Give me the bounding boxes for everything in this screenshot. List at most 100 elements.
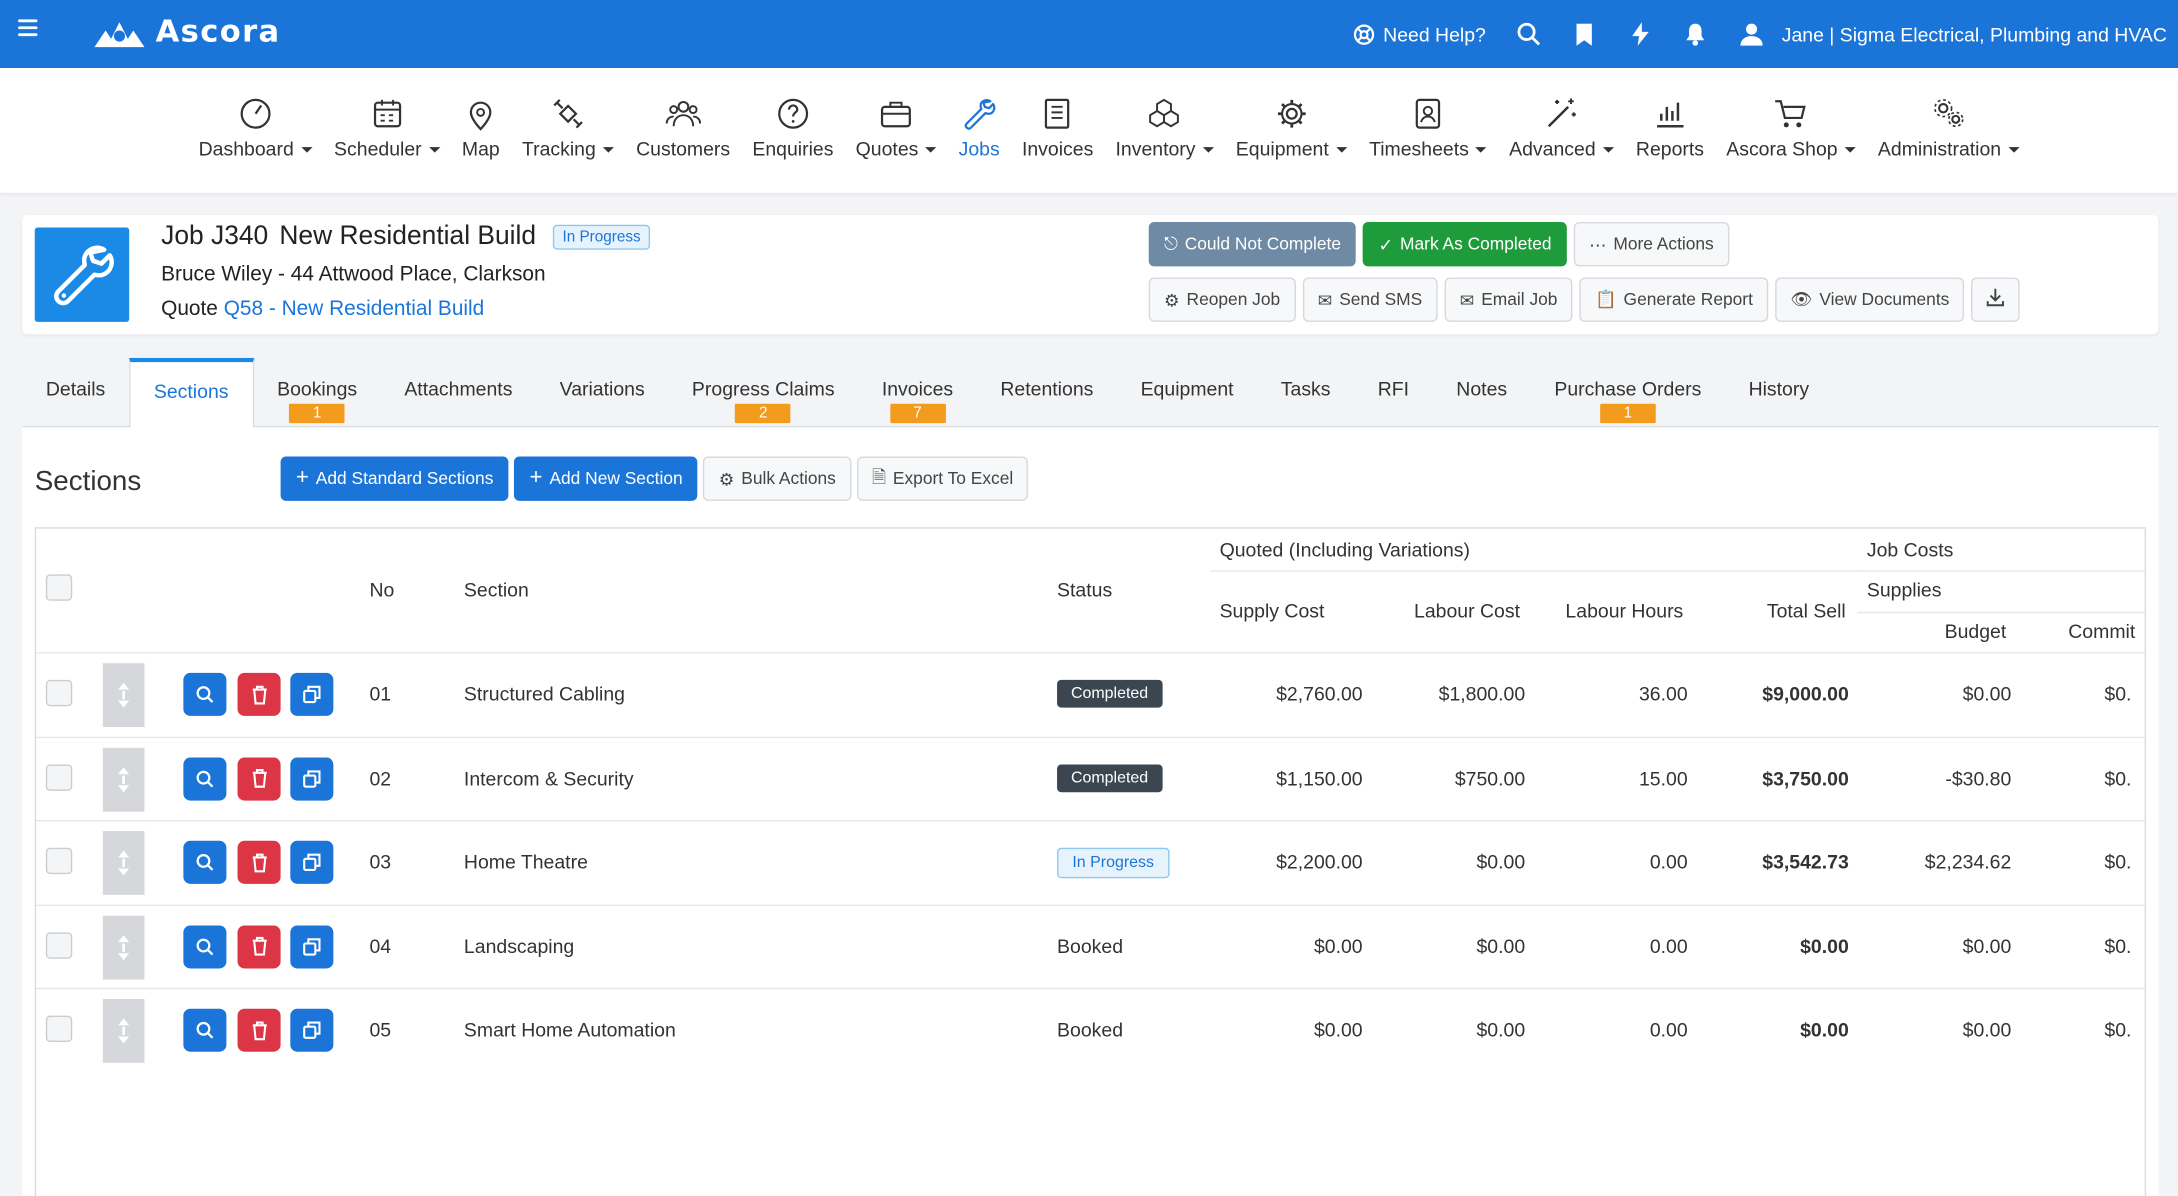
tab-details[interactable]: Details: [22, 358, 129, 427]
nav-item-timesheets[interactable]: Timesheets: [1358, 96, 1498, 160]
tab-retentions[interactable]: Retentions: [977, 358, 1117, 427]
tab-bookings[interactable]: Bookings 1: [253, 358, 380, 427]
send-sms-button[interactable]: ✉ Send SMS: [1302, 277, 1438, 322]
nav-label-wrap: Scheduler: [334, 137, 440, 160]
bookmark-button[interactable]: [1572, 22, 1597, 47]
delete-section-button[interactable]: [237, 840, 281, 884]
quote-link[interactable]: Q58 - New Residential Build: [224, 297, 485, 321]
tab-rfi[interactable]: RFI: [1354, 358, 1433, 427]
col-header-supply-cost[interactable]: Supply Cost: [1220, 599, 1325, 621]
row-checkbox[interactable]: [45, 763, 73, 791]
row-number: 02: [369, 766, 392, 789]
nav-label-wrap: Equipment: [1235, 137, 1347, 160]
delete-section-button[interactable]: [237, 1008, 281, 1052]
nav-item-dashboard[interactable]: Dashboard: [188, 96, 323, 160]
add-standard-sections-button[interactable]: + Add Standard Sections: [280, 456, 509, 501]
col-header-labour-cost[interactable]: Labour Cost: [1414, 599, 1520, 621]
tab-label: History: [1748, 377, 1810, 400]
caret-down-icon: [1844, 147, 1856, 154]
reopen-job-button[interactable]: ⚙ Reopen Job: [1148, 277, 1296, 322]
could-not-complete-button[interactable]: ⎋ Could Not Complete: [1148, 221, 1357, 267]
nav-item-ascora-shop[interactable]: Ascora Shop: [1715, 96, 1867, 160]
row-checkbox[interactable]: [45, 931, 73, 959]
tab-notes[interactable]: Notes: [1433, 358, 1531, 427]
copy-section-button[interactable]: [290, 672, 334, 716]
copy-section-button[interactable]: [290, 840, 334, 884]
drag-handle[interactable]: [102, 663, 145, 728]
col-header-committed[interactable]: Commit: [2068, 620, 2135, 642]
tab-purchase-orders[interactable]: Purchase Orders 1: [1531, 358, 1725, 427]
tab-sections[interactable]: Sections: [128, 357, 254, 429]
nav-item-customers[interactable]: Customers: [625, 96, 741, 160]
quick-actions-button[interactable]: [1628, 22, 1653, 47]
export-excel-button[interactable]: 🗎 Export To Excel: [856, 456, 1029, 501]
section-name: Home Theatre: [463, 850, 588, 873]
row-checkbox[interactable]: [45, 847, 73, 875]
copy-section-button[interactable]: [290, 1008, 334, 1052]
copy-section-button[interactable]: [290, 924, 334, 968]
col-header-total-sell[interactable]: Total Sell: [1767, 599, 1846, 621]
download-button[interactable]: [1971, 277, 2021, 322]
tab-attachments[interactable]: Attachments: [381, 358, 536, 427]
col-header-section[interactable]: Section: [464, 579, 529, 601]
nav-item-invoices[interactable]: Invoices: [1011, 96, 1105, 160]
user-menu[interactable]: Jane | Sigma Electrical, Plumbing and HV…: [1739, 22, 2167, 47]
view-section-button[interactable]: [183, 1008, 227, 1052]
col-header-labour-hours[interactable]: Labour Hours: [1565, 599, 1683, 621]
nav-item-jobs[interactable]: Jobs: [948, 96, 1011, 160]
drag-arrows-icon: [118, 850, 130, 876]
row-checkbox[interactable]: [45, 679, 73, 707]
nav-label: Equipment: [1235, 137, 1329, 160]
view-section-button[interactable]: [183, 840, 227, 884]
tab-tasks[interactable]: Tasks: [1257, 358, 1354, 427]
view-section-button[interactable]: [183, 672, 227, 716]
delete-section-button[interactable]: [237, 924, 281, 968]
more-actions-button[interactable]: ⋯ More Actions: [1573, 221, 1730, 267]
nav-item-administration[interactable]: Administration: [1867, 96, 2030, 160]
bulk-actions-button[interactable]: ⚙ Bulk Actions: [703, 456, 852, 501]
job-number: Job J340: [161, 221, 269, 252]
nav-item-quotes[interactable]: Quotes: [845, 96, 948, 160]
tab-equipment[interactable]: Equipment: [1117, 358, 1257, 427]
view-section-button[interactable]: [183, 924, 227, 968]
delete-section-button[interactable]: [237, 672, 281, 716]
tab-history[interactable]: History: [1725, 358, 1833, 427]
tab-invoices[interactable]: Invoices 7: [858, 358, 977, 427]
nav-label: Customers: [636, 137, 731, 160]
hamburger-menu-icon[interactable]: [18, 18, 38, 37]
tab-variations[interactable]: Variations: [536, 358, 668, 427]
select-all-checkbox[interactable]: [45, 574, 73, 601]
drag-handle[interactable]: [102, 831, 145, 895]
nav-item-reports[interactable]: Reports: [1625, 96, 1715, 160]
col-header-status[interactable]: Status: [1057, 579, 1112, 601]
nav-item-scheduler[interactable]: Scheduler: [323, 96, 451, 160]
nav-item-enquiries[interactable]: Enquiries: [741, 96, 844, 160]
tab-progress-claims[interactable]: Progress Claims 2: [668, 358, 858, 427]
supplies-budget: $0.00: [1962, 682, 2012, 705]
nav-item-inventory[interactable]: Inventory: [1104, 96, 1224, 160]
drag-handle[interactable]: [102, 998, 145, 1063]
col-header-no[interactable]: No: [369, 579, 394, 601]
row-checkbox[interactable]: [45, 1015, 73, 1042]
drag-handle[interactable]: [102, 747, 145, 811]
nav-item-map[interactable]: Map: [451, 96, 511, 160]
col-header-budget[interactable]: Budget: [1945, 620, 2007, 642]
drag-handle[interactable]: [102, 915, 145, 979]
view-section-button[interactable]: [183, 756, 227, 800]
generate-report-button[interactable]: 📋 Generate Report: [1579, 277, 1769, 322]
gear-icon: ⚙: [1164, 290, 1180, 311]
email-job-button[interactable]: ✉ Email Job: [1444, 277, 1573, 322]
search-button[interactable]: [1516, 22, 1541, 47]
ascora-logo[interactable]: Ascora: [92, 15, 281, 50]
copy-section-button[interactable]: [290, 756, 334, 800]
add-new-section-button[interactable]: + Add New Section: [514, 456, 698, 501]
need-help-link[interactable]: Need Help?: [1351, 22, 1486, 47]
notifications-button[interactable]: [1683, 22, 1708, 47]
mark-completed-button[interactable]: ✓ Mark As Completed: [1363, 221, 1567, 267]
view-documents-button[interactable]: 👁 View Documents: [1775, 277, 1965, 322]
nav-item-equipment[interactable]: Equipment: [1225, 96, 1358, 160]
nav-item-tracking[interactable]: Tracking: [511, 96, 625, 160]
nav-item-advanced[interactable]: Advanced: [1498, 96, 1625, 160]
delete-section-button[interactable]: [237, 756, 281, 800]
tab-label: RFI: [1377, 377, 1410, 400]
